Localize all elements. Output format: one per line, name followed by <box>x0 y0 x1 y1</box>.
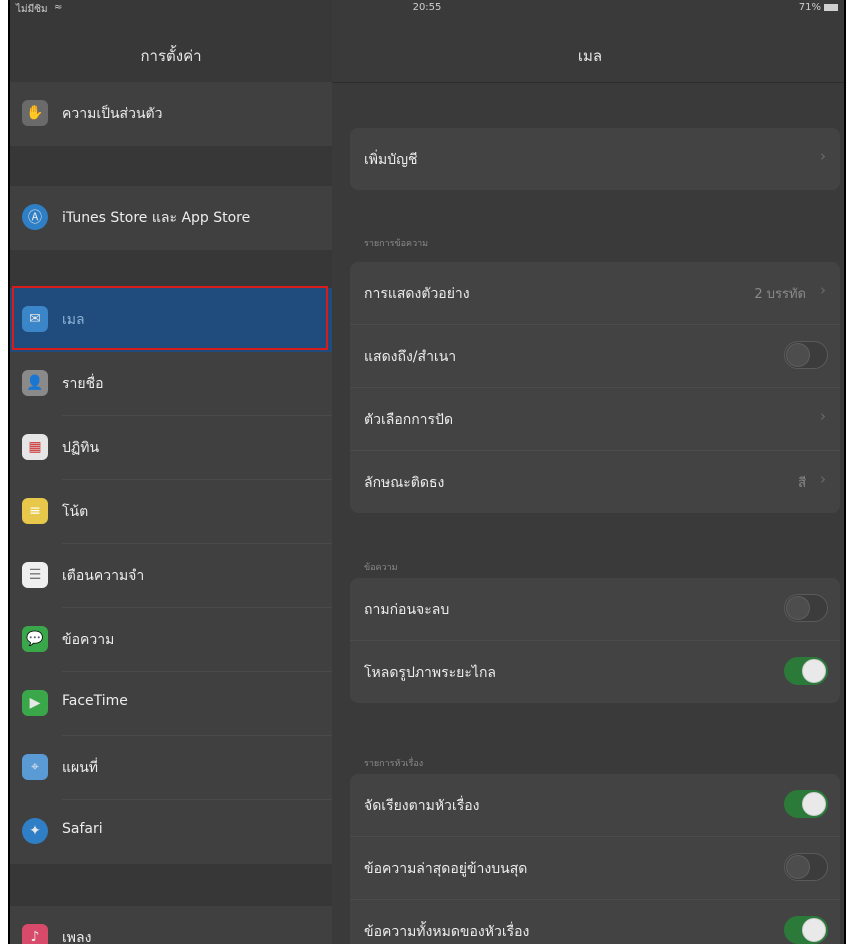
detail-nav-bar: เมล <box>332 16 844 83</box>
section-gap <box>10 146 332 186</box>
sidebar-item-maps[interactable]: ⌖ แผนที่ <box>10 736 332 800</box>
toggle-knob <box>786 343 810 367</box>
reminders-icon: ☰ <box>22 562 48 588</box>
sidebar-item-label: iTunes Store และ App Store <box>62 210 251 226</box>
flag-style-value: สี <box>798 476 806 491</box>
contacts-icon: 👤 <box>22 370 48 396</box>
maps-icon: ⌖ <box>22 754 48 780</box>
sidebar-item-label: โน้ต <box>62 504 89 520</box>
page-title: เมล <box>577 47 603 65</box>
add-account-group: เพิ่มบัญชี › <box>350 128 840 190</box>
sidebar-item-safari[interactable]: ✦ Safari <box>10 800 332 864</box>
sidebar-item-reminders[interactable]: ☰ เตือนความจำ <box>10 544 332 608</box>
message-list-group: การแสดงตัวอย่าง 2 บรรทัด › แสดงถึง/สำเนา… <box>350 262 840 513</box>
battery-indicator: 71% <box>799 2 838 13</box>
mail-settings-pane: เมล เพิ่มบัญชี › รายการข้อความ การแสดงตั… <box>332 0 844 944</box>
sidebar-item-label: ข้อความ <box>62 632 115 648</box>
sidebar-item-label: แผนที่ <box>62 760 99 776</box>
calendar-icon: ▦ <box>22 434 48 460</box>
sidebar-item-contacts[interactable]: 👤 รายชื่อ <box>10 352 332 416</box>
sidebar-title: การตั้งค่า <box>140 47 202 65</box>
load-remote-images-toggle[interactable] <box>784 657 828 685</box>
sidebar-item-calendar[interactable]: ▦ ปฏิทิน <box>10 416 332 480</box>
complete-threads-toggle[interactable] <box>784 916 828 944</box>
threading-group: จัดเรียงตามหัวเรื่อง ข้อความล่าสุดอยู่ข้… <box>350 774 840 944</box>
preview-value: 2 บรรทัด <box>754 287 806 302</box>
sidebar-item-label: รายชื่อ <box>62 376 104 392</box>
flag-style-row[interactable]: ลักษณะติดธง สี › <box>350 451 840 513</box>
ask-before-deleting-toggle[interactable] <box>784 594 828 622</box>
load-remote-images-label: โหลดรูปภาพระยะไกล <box>364 665 497 681</box>
messages-group: ถามก่อนจะลบ โหลดรูปภาพระยะไกล <box>350 578 840 703</box>
chevron-right-icon: › <box>820 407 826 425</box>
flag-style-label: ลักษณะติดธง <box>364 475 445 491</box>
sidebar-item-label: เพลง <box>62 930 92 944</box>
organize-by-thread-toggle[interactable] <box>784 790 828 818</box>
sidebar-item-label: ความเป็นส่วนตัว <box>62 106 163 122</box>
sidebar-item-privacy[interactable]: ✋ ความเป็นส่วนตัว <box>10 82 332 146</box>
messages-icon: 💬 <box>22 626 48 652</box>
organize-by-thread-row: จัดเรียงตามหัวเรื่อง <box>350 774 840 837</box>
complete-threads-row: ข้อความทั้งหมดของหัวเรื่อง <box>350 900 840 944</box>
swipe-options-row[interactable]: ตัวเลือกการปัด › <box>350 388 840 451</box>
most-recent-on-top-label: ข้อความล่าสุดอยู่ข้างบนสุด <box>364 861 528 877</box>
most-recent-on-top-row: ข้อความล่าสุดอยู่ข้างบนสุด <box>350 837 840 900</box>
complete-threads-label: ข้อความทั้งหมดของหัวเรื่อง <box>364 924 530 940</box>
sidebar-item-messages[interactable]: 💬 ข้อความ <box>10 608 332 672</box>
sidebar-item-notes[interactable]: ≡ โน้ต <box>10 480 332 544</box>
battery-icon <box>824 3 838 11</box>
settings-sidebar: การตั้งค่า ✋ ความเป็นส่วนตัว Ⓐ iTunes St… <box>10 0 333 944</box>
sidebar-item-facetime[interactable]: ▶ FaceTime <box>10 672 332 736</box>
section-header-messages: ข้อความ <box>364 563 398 573</box>
settings-window: การตั้งค่า ✋ ความเป็นส่วนตัว Ⓐ iTunes St… <box>8 0 846 944</box>
ask-before-deleting-row: ถามก่อนจะลบ <box>350 578 840 641</box>
safari-icon: ✦ <box>22 818 48 844</box>
selection-highlight-box <box>12 286 328 350</box>
privacy-hand-icon: ✋ <box>22 100 48 126</box>
sidebar-item-label: ปฏิทิน <box>62 440 100 456</box>
chevron-right-icon: › <box>820 147 826 165</box>
section-gap <box>10 864 332 906</box>
battery-percentage: 71% <box>798 2 821 13</box>
sidebar-nav-bar: การตั้งค่า <box>10 16 332 83</box>
sidebar-item-label: เตือนความจำ <box>62 568 145 584</box>
swipe-options-label: ตัวเลือกการปัด <box>364 412 454 428</box>
section-header-message-list: รายการข้อความ <box>364 239 429 249</box>
show-to-cc-row: แสดงถึง/สำเนา <box>350 325 840 388</box>
most-recent-on-top-toggle[interactable] <box>784 853 828 881</box>
app-store-icon: Ⓐ <box>22 204 48 230</box>
section-header-threading: รายการหัวเรื่อง <box>364 759 424 769</box>
toggle-knob <box>802 918 826 942</box>
add-account-row[interactable]: เพิ่มบัญชี › <box>350 128 840 190</box>
music-icon: ♪ <box>22 924 48 944</box>
show-to-cc-toggle[interactable] <box>784 341 828 369</box>
toggle-knob <box>802 792 826 816</box>
toggle-knob <box>786 855 810 879</box>
status-bar: ไม่มีซิม ≈ 20:55 71% <box>10 0 844 16</box>
section-gap <box>10 250 332 288</box>
toggle-knob <box>786 596 810 620</box>
clock: 20:55 <box>412 2 442 13</box>
toggle-knob <box>802 659 826 683</box>
show-to-cc-label: แสดงถึง/สำเนา <box>364 349 457 365</box>
add-account-label: เพิ่มบัญชี <box>364 152 418 168</box>
ask-before-deleting-label: ถามก่อนจะลบ <box>364 602 450 618</box>
preview-label: การแสดงตัวอย่าง <box>364 286 470 302</box>
sidebar-item-label: Safari <box>62 821 103 837</box>
load-remote-images-row: โหลดรูปภาพระยะไกล <box>350 641 840 703</box>
notes-icon: ≡ <box>22 498 48 524</box>
preview-row[interactable]: การแสดงตัวอย่าง 2 บรรทัด › <box>350 262 840 325</box>
sidebar-item-music[interactable]: ♪ เพลง <box>10 906 332 944</box>
organize-by-thread-label: จัดเรียงตามหัวเรื่อง <box>364 798 480 814</box>
chevron-right-icon: › <box>820 281 826 299</box>
chevron-right-icon: › <box>820 470 826 488</box>
sidebar-item-itunes-app-store[interactable]: Ⓐ iTunes Store และ App Store <box>10 186 332 250</box>
facetime-icon: ▶ <box>22 690 48 716</box>
sidebar-item-label: FaceTime <box>62 693 128 709</box>
